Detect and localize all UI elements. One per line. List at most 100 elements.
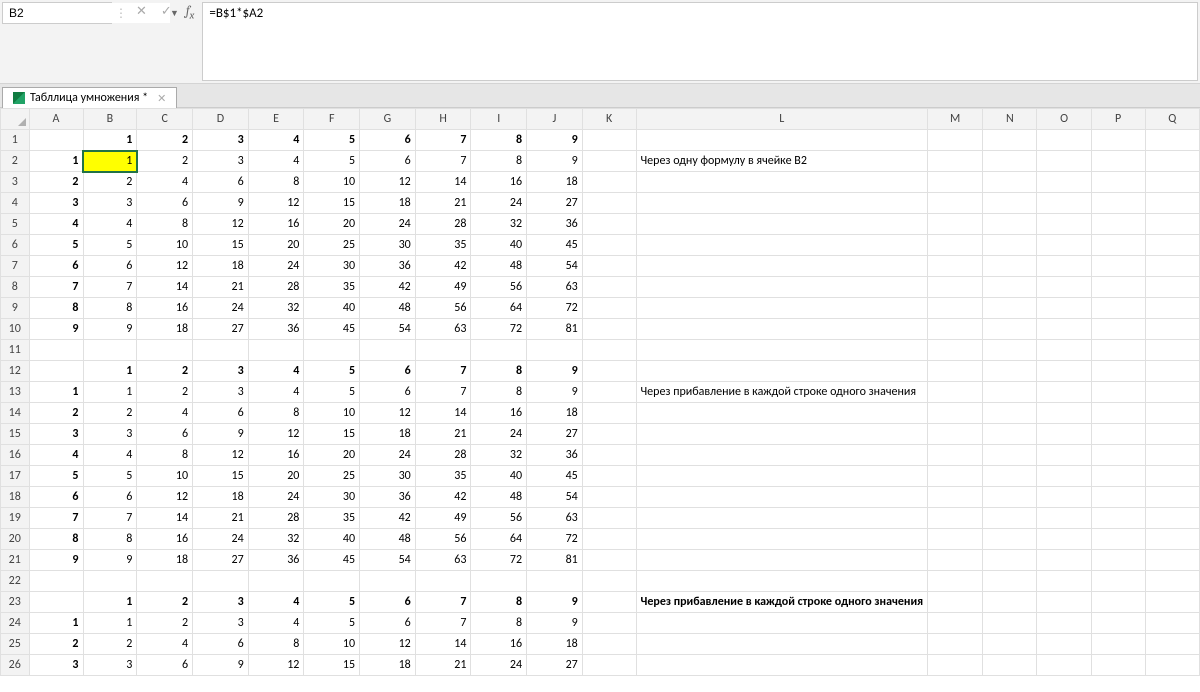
cell-J6[interactable]: 45 [527, 235, 583, 256]
cell-L17[interactable] [636, 466, 928, 487]
cell-A10[interactable]: 9 [29, 319, 83, 340]
cell-D10[interactable]: 27 [193, 319, 249, 340]
cell-F12[interactable]: 5 [304, 361, 360, 382]
cell-C26[interactable]: 6 [137, 655, 193, 676]
cell-E11[interactable] [248, 340, 304, 361]
cell-J21[interactable]: 81 [527, 550, 583, 571]
cell-D21[interactable]: 27 [193, 550, 249, 571]
cell-E13[interactable]: 4 [248, 382, 304, 403]
cell-F17[interactable]: 25 [304, 466, 360, 487]
col-header-F[interactable]: F [304, 109, 360, 130]
cancel-icon[interactable]: ✕ [136, 4, 147, 19]
cell-P15[interactable] [1091, 424, 1145, 445]
cell-Q8[interactable] [1145, 277, 1200, 298]
cell-P2[interactable] [1091, 151, 1145, 172]
row-header-4[interactable]: 4 [1, 193, 30, 214]
cell-L8[interactable] [636, 277, 928, 298]
cell-I25[interactable]: 16 [471, 634, 527, 655]
cell-B12[interactable]: 1 [83, 361, 137, 382]
row-header-16[interactable]: 16 [1, 445, 30, 466]
cell-G5[interactable]: 24 [360, 214, 416, 235]
cell-D9[interactable]: 24 [193, 298, 249, 319]
cell-F18[interactable]: 30 [304, 487, 360, 508]
cell-L23[interactable]: Через прибавление в каждой строке одного… [636, 592, 928, 613]
cell-G22[interactable] [360, 571, 416, 592]
cell-N25[interactable] [983, 634, 1037, 655]
cell-E23[interactable]: 4 [248, 592, 304, 613]
cell-L20[interactable] [636, 529, 928, 550]
cell-G23[interactable]: 6 [360, 592, 416, 613]
cell-A2[interactable]: 1 [29, 151, 83, 172]
cell-H13[interactable]: 7 [415, 382, 471, 403]
cell-O15[interactable] [1037, 424, 1091, 445]
cell-A23[interactable] [29, 592, 83, 613]
cell-A21[interactable]: 9 [29, 550, 83, 571]
cell-C25[interactable]: 4 [137, 634, 193, 655]
cell-Q6[interactable] [1145, 235, 1200, 256]
cell-C1[interactable]: 2 [137, 130, 193, 151]
cell-K13[interactable] [582, 382, 636, 403]
col-header-J[interactable]: J [527, 109, 583, 130]
cell-K24[interactable] [582, 613, 636, 634]
cell-E16[interactable]: 16 [248, 445, 304, 466]
cell-P25[interactable] [1091, 634, 1145, 655]
cell-H15[interactable]: 21 [415, 424, 471, 445]
cell-I15[interactable]: 24 [471, 424, 527, 445]
cell-P7[interactable] [1091, 256, 1145, 277]
cell-J25[interactable]: 18 [527, 634, 583, 655]
cell-M1[interactable] [928, 130, 983, 151]
cell-H9[interactable]: 56 [415, 298, 471, 319]
col-header-A[interactable]: A [29, 109, 83, 130]
sheet-tab[interactable]: Табллица умножения * ✕ [2, 87, 177, 108]
cell-A5[interactable]: 4 [29, 214, 83, 235]
cell-K17[interactable] [582, 466, 636, 487]
cell-O14[interactable] [1037, 403, 1091, 424]
cell-D4[interactable]: 9 [193, 193, 249, 214]
cell-J11[interactable] [527, 340, 583, 361]
cell-I18[interactable]: 48 [471, 487, 527, 508]
cell-L2[interactable]: Через одну формулу в ячейке B2 [636, 151, 928, 172]
cell-F21[interactable]: 45 [304, 550, 360, 571]
cell-F6[interactable]: 25 [304, 235, 360, 256]
cell-C5[interactable]: 8 [137, 214, 193, 235]
cell-F10[interactable]: 45 [304, 319, 360, 340]
cell-B19[interactable]: 7 [83, 508, 137, 529]
cell-M21[interactable] [928, 550, 983, 571]
cell-B20[interactable]: 8 [83, 529, 137, 550]
col-header-L[interactable]: L [636, 109, 928, 130]
cell-L9[interactable] [636, 298, 928, 319]
cell-L3[interactable] [636, 172, 928, 193]
cell-E10[interactable]: 36 [248, 319, 304, 340]
cell-M5[interactable] [928, 214, 983, 235]
cell-P21[interactable] [1091, 550, 1145, 571]
cell-P20[interactable] [1091, 529, 1145, 550]
cell-G15[interactable]: 18 [360, 424, 416, 445]
cell-M11[interactable] [928, 340, 983, 361]
cell-K9[interactable] [582, 298, 636, 319]
cell-O8[interactable] [1037, 277, 1091, 298]
row-header-12[interactable]: 12 [1, 361, 30, 382]
cell-O19[interactable] [1037, 508, 1091, 529]
close-icon[interactable]: ✕ [157, 92, 166, 105]
cell-B9[interactable]: 8 [83, 298, 137, 319]
cell-H14[interactable]: 14 [415, 403, 471, 424]
cell-H12[interactable]: 7 [415, 361, 471, 382]
cell-H20[interactable]: 56 [415, 529, 471, 550]
cell-A15[interactable]: 3 [29, 424, 83, 445]
cell-A14[interactable]: 2 [29, 403, 83, 424]
cell-J15[interactable]: 27 [527, 424, 583, 445]
cell-B15[interactable]: 3 [83, 424, 137, 445]
cell-D11[interactable] [193, 340, 249, 361]
cell-I4[interactable]: 24 [471, 193, 527, 214]
cell-I2[interactable]: 8 [471, 151, 527, 172]
cell-G19[interactable]: 42 [360, 508, 416, 529]
cell-C24[interactable]: 2 [137, 613, 193, 634]
cell-Q10[interactable] [1145, 319, 1200, 340]
cell-I12[interactable]: 8 [471, 361, 527, 382]
cell-M19[interactable] [928, 508, 983, 529]
cell-D1[interactable]: 3 [193, 130, 249, 151]
cell-K16[interactable] [582, 445, 636, 466]
cell-Q11[interactable] [1145, 340, 1200, 361]
cell-L21[interactable] [636, 550, 928, 571]
cell-D5[interactable]: 12 [193, 214, 249, 235]
